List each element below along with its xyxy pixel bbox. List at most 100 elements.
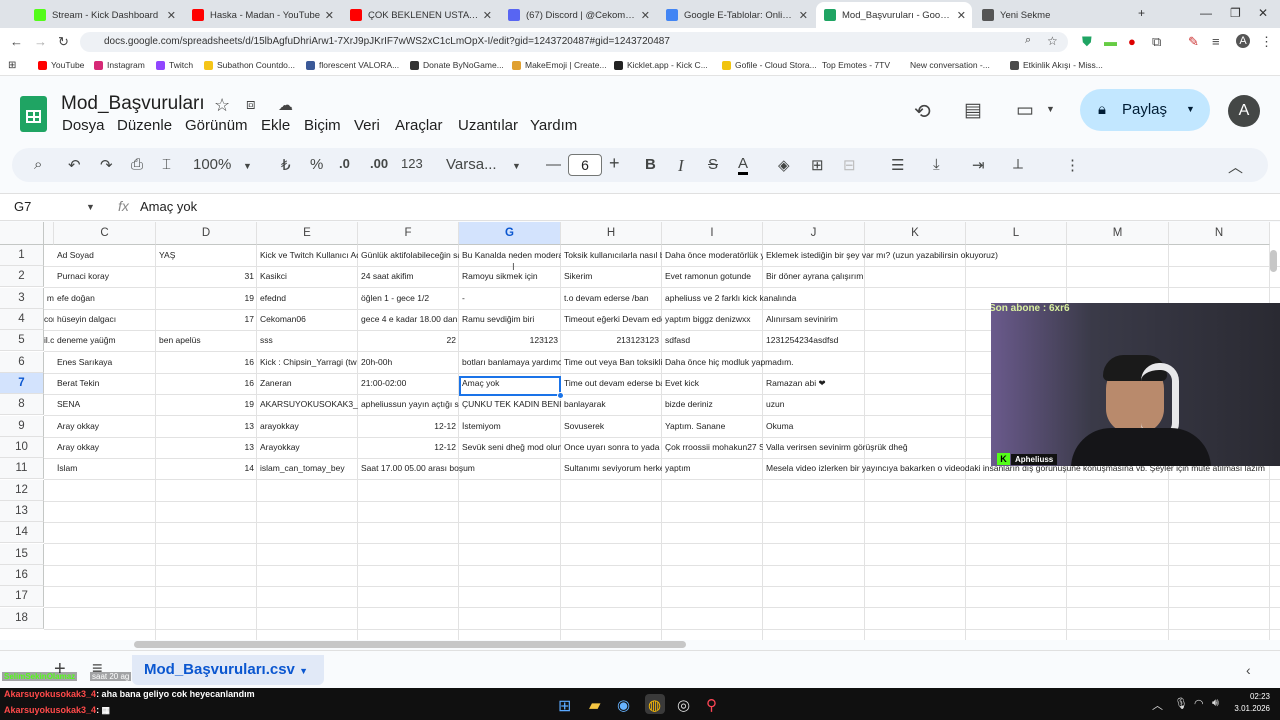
- tab-close-icon[interactable]: ✕: [167, 9, 176, 22]
- number-format-button[interactable]: 123: [401, 156, 423, 171]
- browser-tab[interactable]: Haska - Madan - YouTube ✕: [184, 2, 340, 28]
- grid-cell[interactable]: arayokkay: [257, 416, 358, 437]
- text-rotation-icon[interactable]: ⟂: [1013, 156, 1023, 173]
- grid-cell[interactable]: Time out veya Ban toksikliği: [561, 352, 662, 373]
- menu-8[interactable]: Yardım: [530, 117, 577, 134]
- grid-cell[interactable]: 20h-00h: [358, 352, 459, 373]
- grid-cell[interactable]: sdfasd: [662, 330, 763, 351]
- tray-expand-icon[interactable]: ︿: [1152, 697, 1163, 713]
- vertical-scrollbar[interactable]: [1270, 250, 1277, 272]
- grid-cell[interactable]: ÇUNKU TEK KADIN BENIM: [459, 394, 561, 415]
- formula-input[interactable]: Amaç yok: [140, 199, 197, 214]
- sheet-tab-mod-basvurulari[interactable]: Mod_Başvuruları.csv ▼: [132, 655, 324, 685]
- grid-cell[interactable]: 14: [156, 458, 257, 479]
- clock-date[interactable]: 3.01.2026: [1222, 704, 1270, 713]
- row-header[interactable]: 18: [0, 608, 44, 629]
- undo-icon[interactable]: ↶: [68, 156, 81, 174]
- minimize-button[interactable]: —: [1200, 6, 1212, 20]
- strikethrough-button[interactable]: S: [708, 156, 718, 173]
- tab-close-icon[interactable]: ✕: [799, 9, 808, 22]
- vertical-align-icon[interactable]: ⤓: [933, 156, 940, 173]
- row-header[interactable]: 2: [0, 266, 44, 287]
- fill-handle[interactable]: [557, 392, 564, 399]
- menu-6[interactable]: Araçlar: [395, 117, 443, 134]
- grid-cell[interactable]: Bu Kanalda neden moderat: [459, 245, 561, 266]
- column-header[interactable]: H: [561, 222, 662, 245]
- bookmark-item[interactable]: Etkinlik Akışı - Miss...: [1010, 60, 1103, 70]
- grid-cell[interactable]: efednd: [257, 288, 358, 309]
- italic-button[interactable]: I: [678, 156, 684, 176]
- browser-tab[interactable]: Mod_Başvuruları - Google E-Ta… ✕: [816, 2, 972, 28]
- back-icon[interactable]: ←: [10, 34, 23, 49]
- grid-cell[interactable]: Timeout eğerki Devam eder: [561, 309, 662, 330]
- text-color-button[interactable]: A: [738, 156, 749, 175]
- column-header[interactable]: E: [257, 222, 358, 245]
- document-title[interactable]: Mod_Başvuruları: [61, 93, 205, 115]
- row-header[interactable]: 14: [0, 522, 44, 543]
- reload-icon[interactable]: ↻: [58, 34, 69, 50]
- grid-cell[interactable]: Kasikci: [257, 266, 358, 287]
- grid-cell[interactable]: 13: [156, 437, 257, 458]
- grid-cell[interactable]: 17: [156, 309, 257, 330]
- extension-shield-icon[interactable]: ⛊: [1082, 34, 1092, 50]
- grid-cell[interactable]: efe doğan: [54, 288, 156, 309]
- row-header[interactable]: 8: [0, 394, 44, 415]
- reading-list-icon[interactable]: ≡: [1212, 34, 1220, 49]
- grid-cell[interactable]: banlayarak: [561, 394, 662, 415]
- percent-format-button[interactable]: %: [310, 156, 323, 173]
- row-header[interactable]: 1: [0, 245, 44, 266]
- menu-7[interactable]: Uzantılar: [458, 117, 518, 134]
- row-header[interactable]: 15: [0, 544, 44, 565]
- obs-icon[interactable]: ◎: [677, 696, 690, 714]
- browser-menu-icon[interactable]: ⋮: [1260, 34, 1273, 50]
- move-folder-icon[interactable]: ⧈: [246, 96, 256, 113]
- grid-cell[interactable]: islam_can_tomay_bey: [257, 458, 358, 479]
- grid-cell[interactable]: 31: [156, 266, 257, 287]
- row-header[interactable]: 3: [0, 288, 44, 309]
- bookmark-item[interactable]: Donate ByNoGame...: [410, 60, 504, 70]
- meet-dropdown-icon[interactable]: ▼: [1046, 104, 1055, 114]
- column-header[interactable]: N: [1169, 222, 1270, 245]
- grid-cell[interactable]: Yaptım. Sanane: [662, 416, 763, 437]
- row-header[interactable]: 12: [0, 480, 44, 501]
- new-tab-button[interactable]: +: [1138, 6, 1145, 20]
- grid-cell[interactable]: ben apelüs: [156, 330, 257, 351]
- tab-close-icon[interactable]: ✕: [483, 9, 492, 22]
- paint-format-icon[interactable]: ⌶: [162, 156, 171, 173]
- profile-avatar-icon[interactable]: A: [1236, 34, 1250, 48]
- column-header[interactable]: F: [358, 222, 459, 245]
- collapse-menu-icon[interactable]: ︿: [1228, 156, 1243, 177]
- search-menus-icon[interactable]: ⌕: [34, 156, 42, 173]
- select-all-corner[interactable]: [0, 222, 44, 245]
- redo-icon[interactable]: ↷: [100, 156, 113, 174]
- grid-cell[interactable]: Cekoman06: [257, 309, 358, 330]
- chrome-icon[interactable]: ◍: [648, 696, 661, 714]
- grid-cell[interactable]: Kick : Chipsin_Yarragi (tw h: [257, 352, 358, 373]
- column-header[interactable]: K: [865, 222, 966, 245]
- menu-3[interactable]: Ekle: [261, 117, 290, 134]
- column-header[interactable]: I: [662, 222, 763, 245]
- zoom-icon[interactable]: ⌕: [1025, 34, 1031, 47]
- extension-green-icon[interactable]: ▬: [1104, 34, 1117, 49]
- grid-cell[interactable]: bizde deriniz: [662, 394, 763, 415]
- grid-cell[interactable]: 16: [156, 373, 257, 394]
- row-header[interactable]: 6: [0, 352, 44, 373]
- grid-cell[interactable]: Evet kick: [662, 373, 763, 394]
- row-header[interactable]: 7: [0, 373, 44, 394]
- grid-cell[interactable]: Zaneran: [257, 373, 358, 394]
- grid-cell[interactable]: t.o devam ederse /ban: [561, 288, 662, 309]
- grid-cell[interactable]: 12-12: [358, 416, 459, 437]
- bookmark-item[interactable]: Instagram: [94, 60, 145, 70]
- merge-cells-icon[interactable]: ⊟: [843, 156, 856, 174]
- currency-format-button[interactable]: ₺: [281, 156, 291, 174]
- row-header[interactable]: 13: [0, 501, 44, 522]
- grid-cell[interactable]: öğlen 1 - gece 1/2: [358, 288, 459, 309]
- column-header[interactable]: L: [966, 222, 1067, 245]
- star-icon[interactable]: ☆: [214, 95, 230, 116]
- grid-cell[interactable]: Kick ve Twitch Kullanıcı Adı: [257, 245, 358, 266]
- decrease-decimal-button[interactable]: .0: [339, 156, 350, 171]
- grid-cell[interactable]: hüseyin dalgacı: [54, 309, 156, 330]
- font-dropdown-icon[interactable]: ▼: [512, 161, 521, 171]
- grid-cell[interactable]: Sovuserek: [561, 416, 662, 437]
- grid-cell[interactable]: Berat Tekin: [54, 373, 156, 394]
